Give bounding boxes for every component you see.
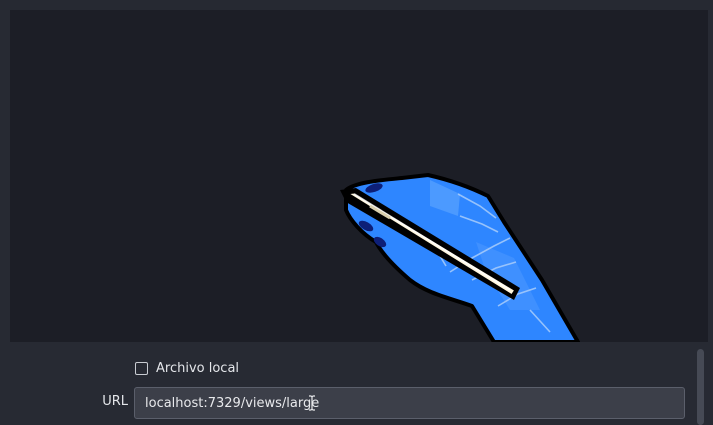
local-file-label: Archivo local <box>156 360 240 376</box>
local-file-row: Archivo local <box>135 359 239 377</box>
url-label: URL <box>102 394 128 409</box>
scrollbar-thumb[interactable] <box>697 349 704 425</box>
properties-panel: Archivo local URL localhost:7329/views/l… <box>0 342 713 425</box>
source-preview <box>10 10 708 342</box>
url-input-value: localhost:7329/views/large <box>145 395 320 411</box>
properties-scrollbar[interactable] <box>695 347 706 425</box>
local-file-checkbox[interactable] <box>135 361 148 375</box>
hand-holding-pen-icon <box>340 173 580 342</box>
top-strip <box>0 0 713 10</box>
text-cursor-icon <box>309 395 315 411</box>
url-input[interactable]: localhost:7329/views/large <box>134 387 685 419</box>
